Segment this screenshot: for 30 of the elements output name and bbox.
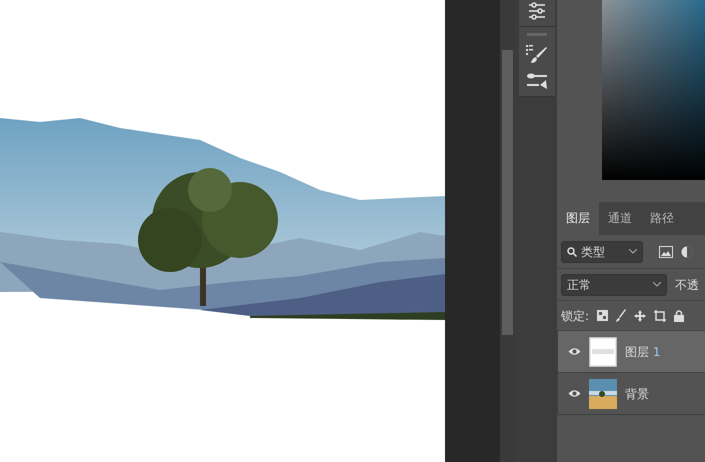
crop-icon[interactable] xyxy=(654,310,666,322)
layer-name: 背景 xyxy=(625,386,649,402)
image-icon[interactable] xyxy=(659,246,673,258)
brush-settings-icon[interactable] xyxy=(526,72,548,90)
panel-tab[interactable]: 图层 xyxy=(557,202,599,235)
layer-name: 图层 1 xyxy=(625,344,660,360)
eye-icon[interactable] xyxy=(568,389,581,398)
eye-icon[interactable] xyxy=(568,347,581,356)
move-icon[interactable] xyxy=(634,310,646,322)
layer-thumbnail xyxy=(589,336,617,366)
chevron-icon xyxy=(653,282,661,287)
brush-icon[interactable] xyxy=(526,44,548,64)
chevron-icon xyxy=(629,249,637,254)
panel-tab[interactable]: 路径 xyxy=(641,202,683,235)
opacity-label: 不透 xyxy=(675,276,699,294)
lock-icon[interactable] xyxy=(674,310,684,322)
layer-thumbnail xyxy=(589,378,617,408)
half-circle-icon[interactable] xyxy=(681,246,693,258)
scrollbar-thumb[interactable] xyxy=(502,50,513,335)
layer-row[interactable]: 背景 xyxy=(558,373,705,415)
filter-dropdown[interactable]: 类型 xyxy=(561,240,643,262)
lock-label: 锁定: xyxy=(561,308,590,324)
panel-tab[interactable]: 通道 xyxy=(599,202,641,235)
brush-icon[interactable] xyxy=(616,309,626,322)
blend-mode-dropdown[interactable]: 正常 xyxy=(561,274,667,296)
sliders-icon[interactable] xyxy=(528,2,546,20)
checkerboard-icon[interactable] xyxy=(597,310,608,321)
search-icon xyxy=(567,246,577,256)
color-picker-field[interactable] xyxy=(602,0,705,180)
layer-row[interactable]: 图层 1 xyxy=(558,331,705,373)
